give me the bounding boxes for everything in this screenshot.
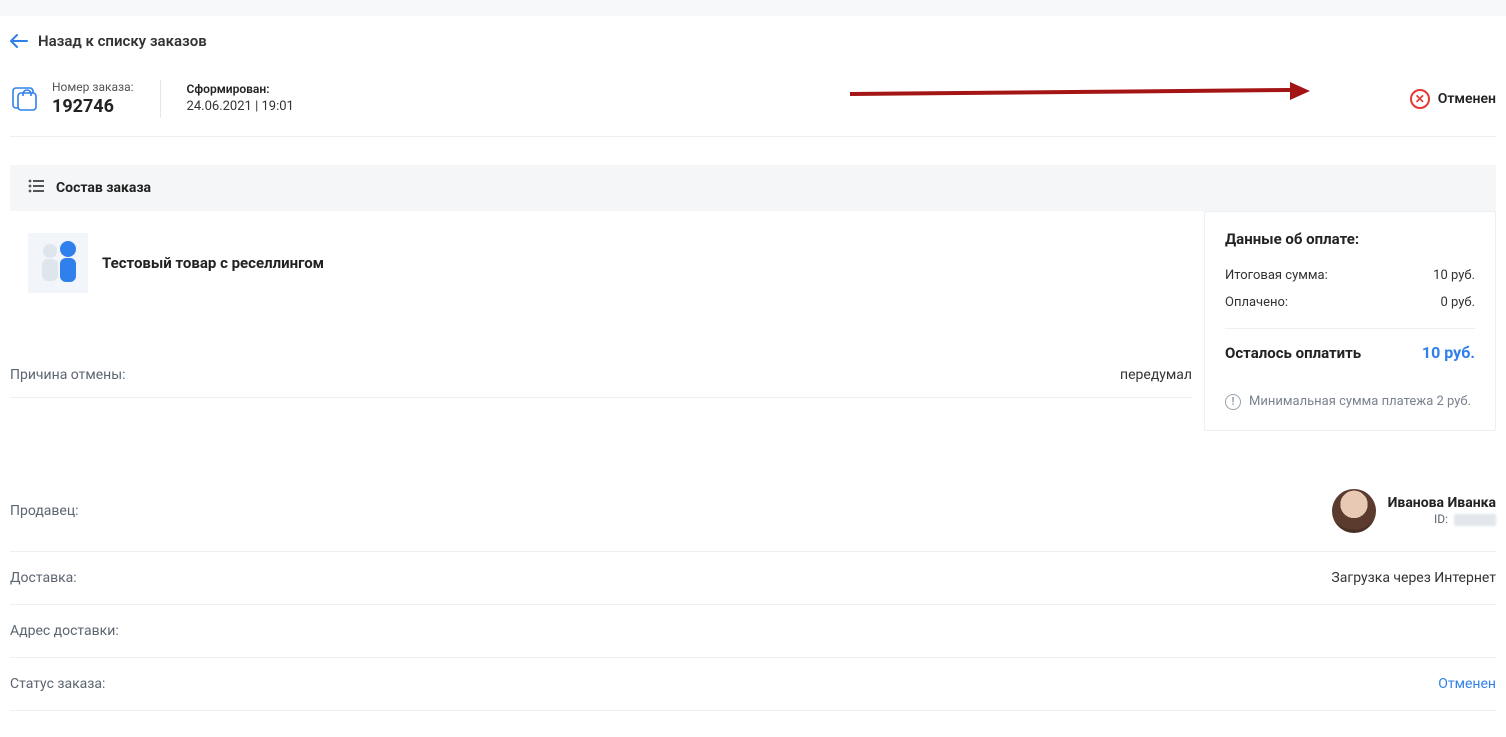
seller-label: Продавец: (10, 503, 79, 519)
order-formed-block: Сформирован: 24.06.2021 | 19:01 (161, 82, 294, 116)
payment-summary-panel: Данные об оплате: Итоговая сумма: 10 руб… (1204, 211, 1496, 431)
seller-row: Продавец: Иванова Иванка ID: (10, 471, 1496, 552)
section-header-contents: Состав заказа (10, 165, 1496, 211)
order-id-label: Номер заказа: (52, 80, 134, 94)
seller-id-blurred (1454, 514, 1496, 526)
payment-min-note-text: Минимальная сумма платежа 2 руб. (1249, 394, 1471, 409)
order-item-row: Тестовый товар с реселлингом (10, 211, 1192, 353)
avatar (1332, 489, 1376, 533)
delivery-address-label: Адрес доставки: (10, 623, 119, 639)
payment-remaining-value: 10 руб. (1422, 343, 1475, 362)
payment-title: Данные об оплате: (1225, 230, 1475, 248)
delivery-value: Загрузка через Интернет (1331, 570, 1496, 586)
order-status: ✕ Отменен (1410, 89, 1496, 109)
cancel-reason-label: Причина отмены: (10, 367, 126, 383)
order-header: Номер заказа: 192746 Сформирован: 24.06.… (10, 70, 1496, 137)
delivery-row: Доставка: Загрузка через Интернет (10, 552, 1496, 605)
order-formed-value: 24.06.2021 | 19:01 (187, 99, 294, 116)
payment-min-note: ! Минимальная сумма платежа 2 руб. (1225, 394, 1475, 410)
order-status-row: Статус заказа: Отменен (10, 658, 1496, 711)
section-title-label: Состав заказа (56, 180, 151, 196)
back-link[interactable]: Назад к списку заказов (10, 16, 1496, 70)
order-details: Продавец: Иванова Иванка ID: Доставка: З… (10, 471, 1496, 711)
back-arrow-icon (10, 34, 28, 48)
back-link-label: Назад к списку заказов (38, 32, 207, 50)
product-name: Тестовый товар с реселлингом (102, 254, 324, 272)
order-status-text: Отменен (1438, 91, 1496, 107)
payment-remaining-row: Осталось оплатить 10 руб. (1225, 343, 1475, 362)
order-bag-icon (10, 82, 40, 116)
order-items-column: Тестовый товар с реселлингом Причина отм… (10, 211, 1204, 398)
divider (1225, 328, 1475, 329)
seller-name: Иванова Иванка (1388, 495, 1496, 513)
order-status-value: Отменен (1438, 676, 1496, 692)
order-status-label: Статус заказа: (10, 676, 105, 692)
payment-total-value: 10 руб. (1433, 268, 1475, 283)
payment-paid-label: Оплачено: (1225, 295, 1288, 310)
info-icon: ! (1225, 394, 1241, 410)
payment-remaining-label: Осталось оплатить (1225, 344, 1361, 362)
payment-paid-value: 0 руб. (1440, 295, 1475, 310)
list-icon (28, 179, 44, 197)
cancel-reason-row: Причина отмены: передумал (10, 353, 1192, 398)
cancel-reason-value: передумал (1120, 367, 1192, 383)
delivery-address-row: Адрес доставки: (10, 605, 1496, 658)
payment-total-label: Итоговая сумма: (1225, 268, 1328, 283)
product-thumbnail (28, 233, 88, 293)
payment-paid-row: Оплачено: 0 руб. (1225, 289, 1475, 316)
delivery-label: Доставка: (10, 570, 77, 586)
order-formed-label: Сформирован: (187, 82, 294, 98)
order-id-block: Номер заказа: 192746 (10, 80, 161, 118)
seller-value[interactable]: Иванова Иванка ID: (1332, 489, 1496, 533)
payment-total-row: Итоговая сумма: 10 руб. (1225, 262, 1475, 289)
order-id-value: 192746 (52, 96, 134, 118)
seller-id-prefix: ID: (1434, 512, 1448, 527)
annotation-arrow-icon (850, 82, 1310, 106)
cancel-icon: ✕ (1410, 89, 1430, 109)
